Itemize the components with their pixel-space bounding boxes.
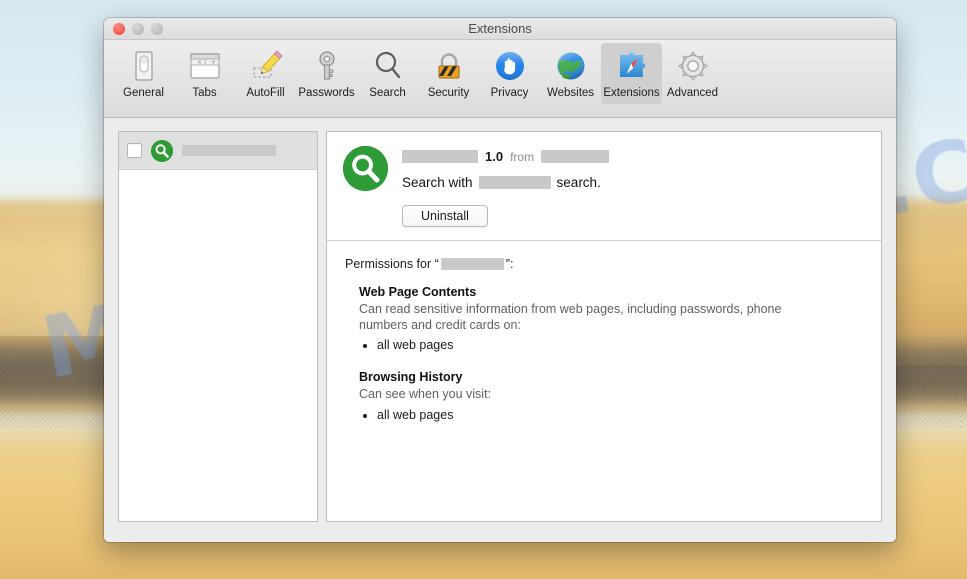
permissions-section: Permissions for “ ”: Web Page Contents C… xyxy=(327,241,881,424)
toolbar-item-websites[interactable]: Websites xyxy=(540,43,601,104)
window-title: Extensions xyxy=(104,18,896,40)
toolbar-label: Extensions xyxy=(603,87,659,100)
zoom-button[interactable] xyxy=(151,23,163,35)
permission-group-title: Browsing History xyxy=(359,370,863,384)
svg-text:+: + xyxy=(211,59,216,66)
preferences-content: 1.0 from Search with search. Uninstall P… xyxy=(104,119,896,542)
extensions-icon xyxy=(614,48,650,84)
tabs-icon: × + xyxy=(187,48,223,84)
lock-icon xyxy=(431,48,467,84)
minimize-button[interactable] xyxy=(132,23,144,35)
toolbar-label: Tabs xyxy=(192,87,216,100)
extension-enable-checkbox[interactable] xyxy=(127,143,142,158)
permission-group: Browsing History Can see when you visit:… xyxy=(359,370,863,424)
extensions-list[interactable] xyxy=(118,131,318,522)
extension-name-redacted xyxy=(182,145,276,156)
green-magnifier-icon xyxy=(151,140,173,162)
close-button[interactable] xyxy=(113,23,125,35)
extension-version: 1.0 xyxy=(485,149,503,164)
description-prefix: Search with xyxy=(402,175,473,190)
toolbar-item-advanced[interactable]: Advanced xyxy=(662,43,723,104)
toolbar-label: Passwords xyxy=(298,87,354,100)
toolbar-item-autofill[interactable]: AutoFill xyxy=(235,43,296,104)
toolbar-label: Security xyxy=(428,87,470,100)
preferences-toolbar: General × + Tabs xyxy=(104,40,896,118)
extension-vendor-redacted xyxy=(541,150,609,163)
permission-group-list: all web pages xyxy=(377,407,863,424)
extension-header: 1.0 from Search with search. Uninstall xyxy=(327,132,881,241)
extension-name-redacted xyxy=(402,150,478,163)
toolbar-label: Websites xyxy=(547,87,594,100)
toolbar-label: Advanced xyxy=(667,87,718,100)
search-icon xyxy=(370,48,406,84)
permissions-groups: Web Page Contents Can read sensitive inf… xyxy=(345,285,863,424)
hand-icon xyxy=(492,48,528,84)
gear-icon xyxy=(675,48,711,84)
toolbar-item-general[interactable]: General xyxy=(113,43,174,104)
from-label: from xyxy=(510,150,534,164)
svg-text:×: × xyxy=(197,59,202,66)
permission-group: Web Page Contents Can read sensitive inf… xyxy=(359,285,863,354)
toolbar-label: AutoFill xyxy=(246,87,284,100)
permission-group-text: Can read sensitive information from web … xyxy=(359,302,789,333)
permissions-heading-prefix: Permissions for “ xyxy=(345,257,439,271)
traffic-light-group xyxy=(113,23,163,35)
toolbar-label: Privacy xyxy=(491,87,529,100)
permissions-heading-suffix: ”: xyxy=(506,257,514,271)
toolbar-item-security[interactable]: Security xyxy=(418,43,479,104)
toolbar-label: Search xyxy=(369,87,405,100)
window-titlebar[interactable]: Extensions xyxy=(104,18,896,40)
permission-group-title: Web Page Contents xyxy=(359,285,863,299)
list-item: all web pages xyxy=(377,337,863,354)
toolbar-item-privacy[interactable]: Privacy xyxy=(479,43,540,104)
globe-icon xyxy=(553,48,589,84)
extension-detail-pane: 1.0 from Search with search. Uninstall P… xyxy=(326,131,882,522)
toolbar-item-extensions[interactable]: Extensions xyxy=(601,43,662,104)
extension-meta: 1.0 from Search with search. Uninstall xyxy=(402,146,865,227)
toolbar-item-tabs[interactable]: × + Tabs xyxy=(174,43,235,104)
passwords-icon xyxy=(309,48,345,84)
toolbar-item-passwords[interactable]: Passwords xyxy=(296,43,357,104)
toolbar-label: General xyxy=(123,87,164,100)
permissions-name-redacted xyxy=(441,258,504,270)
general-icon xyxy=(126,48,162,84)
extension-title-line: 1.0 from xyxy=(402,148,865,165)
permission-group-text: Can see when you visit: xyxy=(359,387,789,403)
uninstall-button[interactable]: Uninstall xyxy=(402,205,488,227)
permission-group-list: all web pages xyxy=(377,337,863,354)
toolbar-item-search[interactable]: Search xyxy=(357,43,418,104)
autofill-icon xyxy=(248,48,284,84)
green-magnifier-icon xyxy=(343,146,388,191)
safari-preferences-window: Extensions General × xyxy=(104,18,896,542)
list-item[interactable] xyxy=(119,132,317,170)
extension-description: Search with search. xyxy=(402,175,865,190)
list-item: all web pages xyxy=(377,407,863,424)
permissions-heading: Permissions for “ ”: xyxy=(345,257,863,271)
description-suffix: search. xyxy=(557,175,601,190)
description-redacted xyxy=(479,176,551,189)
